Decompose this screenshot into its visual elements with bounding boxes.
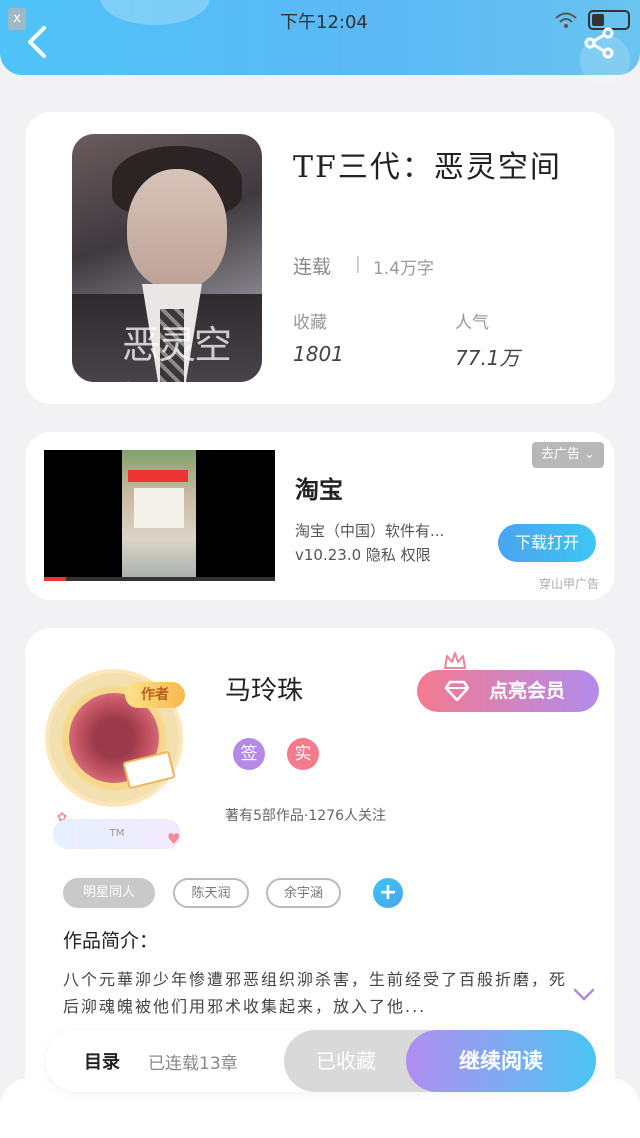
ad-video[interactable] <box>44 450 275 581</box>
back-arrow-icon[interactable] <box>22 22 52 62</box>
verified-badge: 实 <box>287 738 319 770</box>
vip-button-label: 点亮会员 <box>489 680 566 702</box>
video-progress <box>44 577 275 581</box>
heart-icon: ♥ <box>167 830 181 848</box>
chapter-count[interactable]: 已连载13章 <box>148 1049 238 1074</box>
download-open-button[interactable]: 下载打开 <box>498 524 596 562</box>
diamond-icon <box>445 680 469 702</box>
cover-title: 恶灵空间 <box>122 323 232 382</box>
ad-source: 穿山甲广告 <box>539 577 600 591</box>
author-name-strip: TM <box>53 819 181 849</box>
toc-button[interactable]: 目录 <box>84 1048 120 1074</box>
decor-bubble <box>100 0 210 25</box>
bottom-action-bar: 目录 已连载13章 已收藏 继续阅读 <box>46 1030 596 1092</box>
top-bar: x 下午12:04 <box>0 0 640 85</box>
intro-text: 八个元華泖少年惨遭邪恶组织泖杀害，生前经受了百般折磨，死后泖魂魄被他们用邪术收集… <box>63 970 568 1016</box>
ad-title: 淘宝 <box>295 476 343 504</box>
favorites-label: 收藏 <box>293 313 327 333</box>
chevron-down-icon[interactable] <box>573 988 595 1002</box>
cover-art <box>127 169 227 289</box>
intro-label: 作品简介： <box>63 930 159 952</box>
tag-item[interactable]: 余宇涵 <box>266 878 341 908</box>
book-cover[interactable]: 恶灵空间 <box>72 134 262 382</box>
tag-item[interactable]: 陈天润 <box>173 878 249 908</box>
author-stats: 著有5部作品·1276人关注 <box>225 808 386 824</box>
tag-item[interactable]: 明星同人 <box>63 878 155 908</box>
popularity-label: 人气 <box>455 313 489 333</box>
ad-card[interactable]: 去广告 ⌄ 淘宝 淘宝（中国）软件有... v10.23.0 隐私 权限 下载打… <box>25 432 615 600</box>
ad-description: 淘宝（中国）软件有... <box>295 522 445 540</box>
continue-reading-button[interactable]: 继续阅读 <box>406 1030 596 1092</box>
crown-icon <box>444 652 466 669</box>
status-time: 下午12:04 <box>280 12 368 33</box>
book-title: TF三代：恶灵空间 <box>293 150 562 185</box>
author-name[interactable]: 马玲珠 <box>225 670 303 707</box>
wifi-icon <box>555 12 577 28</box>
divider: | <box>355 254 361 274</box>
add-tag-button[interactable]: + <box>373 878 403 908</box>
ad-video-frame <box>122 450 196 577</box>
popularity-value: 77.1万 <box>455 346 520 370</box>
signed-badge: 签 <box>233 738 265 770</box>
remove-ad-button[interactable]: 去广告 ⌄ <box>532 442 604 468</box>
book-status: 连载 <box>293 256 332 278</box>
ad-video-tag <box>128 470 188 482</box>
word-count: 1.4万字 <box>373 259 435 279</box>
author-badge: 作者 <box>125 682 185 708</box>
book-info-card: 恶灵空间 TF三代：恶灵空间 连载 | 1.4万字 收藏 1801 人气 77.… <box>25 112 615 404</box>
favorites-value: 1801 <box>293 342 344 366</box>
share-icon[interactable] <box>582 26 616 60</box>
ad-meta[interactable]: v10.23.0 隐私 权限 <box>295 544 431 565</box>
vip-button[interactable]: 点亮会员 <box>417 670 599 712</box>
ad-video-product <box>134 488 184 528</box>
